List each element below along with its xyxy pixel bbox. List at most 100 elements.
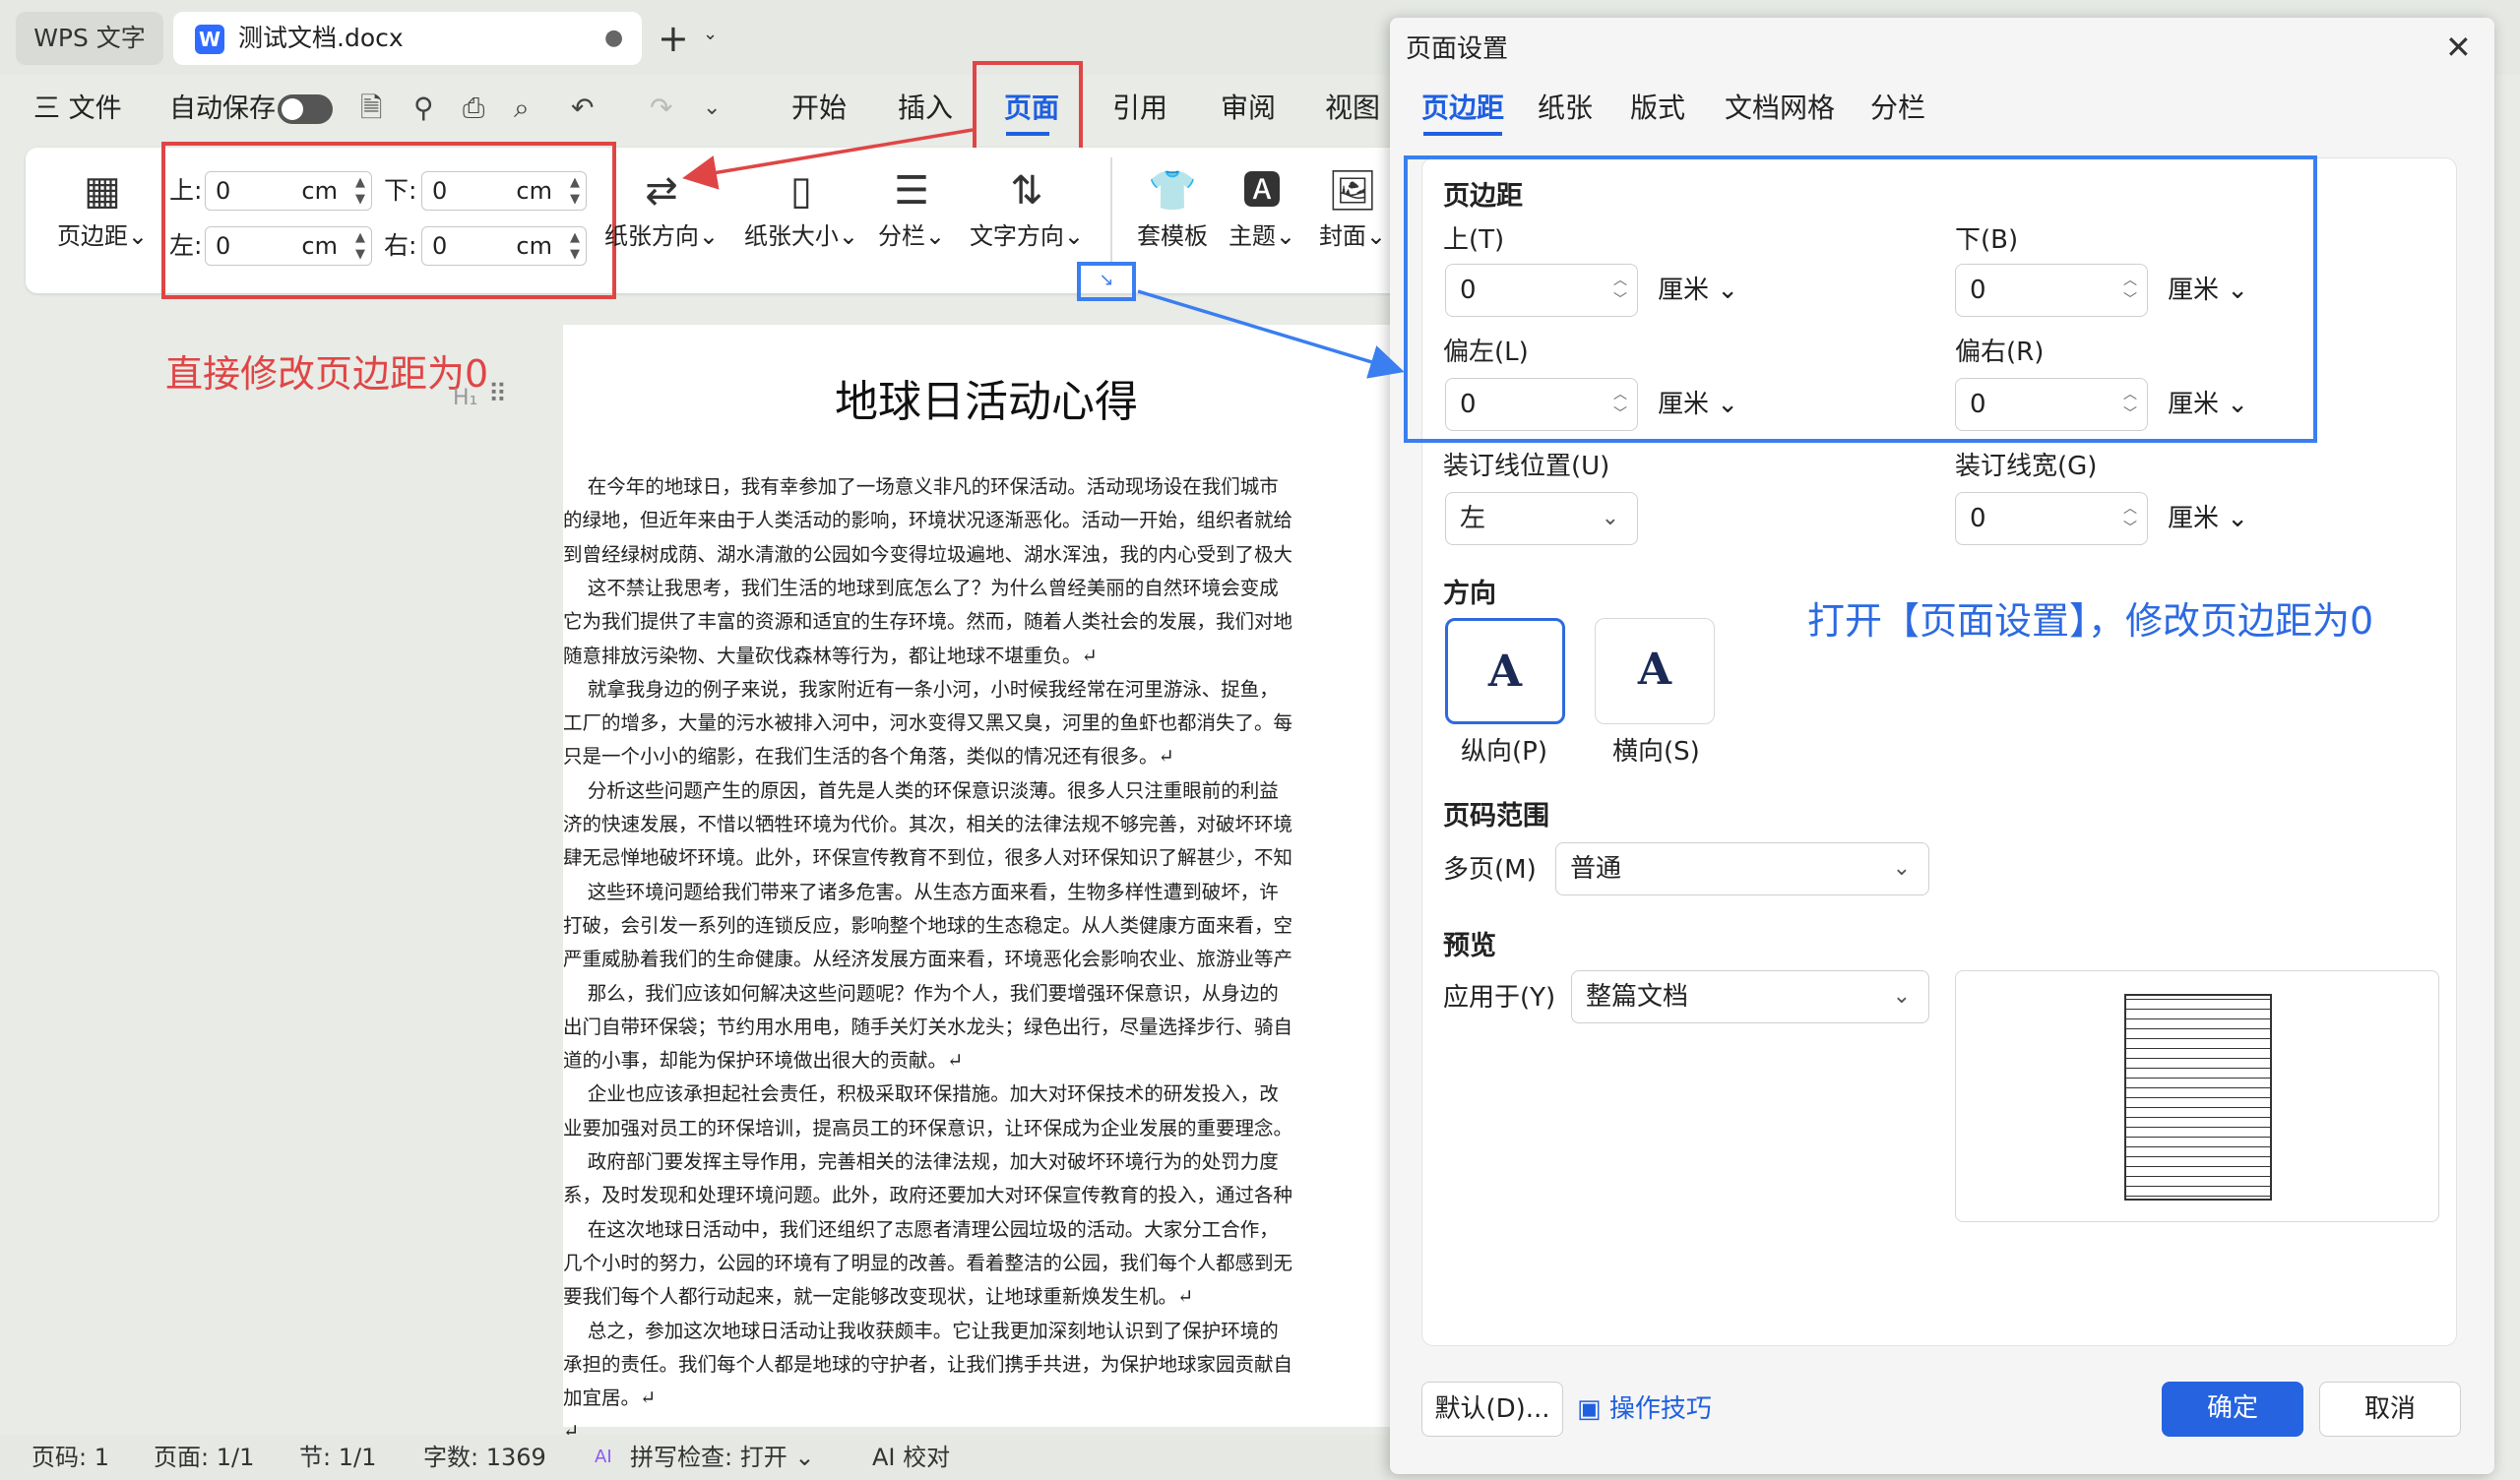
gutter-width-input[interactable]: 0 ︿ ﹀ [1955,492,2148,545]
template-button[interactable]: 👕 套模板 [1130,165,1215,251]
status-section[interactable]: 节: 1/1 [299,1435,376,1480]
share-icon[interactable]: ⚲ [413,89,434,128]
save-icon[interactable]: 🗎 [360,89,383,128]
text-direction-label: 文字方向⌄ [969,222,1085,250]
document-line[interactable]: 的绿地，但近年来由于人类活动的影响，环境状况逐渐恶化。活动一开始，组织者就给 [563,504,1410,537]
chevron-down-icon: ⌄ [1601,506,1619,530]
document-line[interactable]: 严重威胁着我们的生命健康。从经济发展方面来看，环境恶化会影响农业、旅游业等产 [563,943,1410,976]
cancel-button[interactable]: 取消 [2319,1382,2461,1437]
cover-label: 封面⌄ [1318,222,1387,250]
tab-home[interactable]: 开始 [791,89,847,128]
tips-link-label: 操作技巧 [1608,1394,1712,1424]
gutter-position-label: 装订线位置(U) [1443,452,1610,481]
new-tab-button[interactable]: + [658,14,689,63]
tab-columns[interactable]: 分栏 [1870,89,1925,128]
gutter-width-value: 0 [1970,504,1986,533]
quick-access-more-icon[interactable]: ⌄ [703,89,721,128]
app-tab[interactable]: WPS 文字 [16,12,163,65]
tab-list-dropdown[interactable]: ⌄ [703,24,718,44]
preview-page-thumbnail [2124,994,2272,1201]
tab-margins[interactable]: 页边距 [1421,89,1504,128]
autosave-toggle[interactable] [278,94,333,124]
gutter-unit-dropdown[interactable]: 厘米 ⌄ [2168,492,2248,545]
document-line[interactable]: 在今年的地球日，我有幸参加了一场意义非凡的环保活动。活动现场设在我们城市 [563,470,1410,504]
paper-size-button[interactable]: ▯ 纸张大小⌄ [740,165,862,251]
document-line[interactable]: 政府部门要发挥主导作用，完善相关的法律法规，加大对破坏环境行为的处罚力度 [563,1145,1410,1179]
tab-paper[interactable]: 纸张 [1538,89,1593,128]
redo-icon[interactable]: ↷ [650,89,672,128]
active-dialog-tab-underline [1423,132,1502,136]
document-line[interactable]: 几个小时的努力，公园的环境有了明显的改善。看着整洁的公园，我们每个人都感到无 [563,1247,1410,1280]
margins-button[interactable]: ▦ 页边距⌄ [53,165,152,251]
tab-insert[interactable]: 插入 [898,89,953,128]
document-line[interactable]: 承担的责任。我们每个人都是地球的守护者，让我们携手共进，为保护地球家园贡献自 [563,1348,1410,1382]
document-line[interactable]: 系，及时发现和处理环境问题。此外，政府还要加大对环保宣传教育的投入，通过各种 [563,1179,1410,1212]
document-line[interactable]: 只是一个小小的缩影，在我们生活的各个角落，类似的情况还有很多。↵ [563,740,1410,773]
document-line[interactable]: 总之，参加这次地球日活动让我收获颇丰。它让我更加深刻地认识到了保护环境的 [563,1315,1410,1348]
status-spell-check[interactable]: 拼写检查: 打开 ⌄ [630,1435,814,1480]
gutter-position-value: 左 [1460,504,1486,533]
text-direction-icon: ⇅ [1010,168,1043,214]
chevron-down-icon: ⌄ [1892,984,1911,1009]
print-preview-icon[interactable]: ⌕ [514,89,530,128]
cover-button[interactable]: 🖼 封面⌄ [1315,165,1390,251]
preview-section-title: 预览 [1443,931,1496,961]
document-line[interactable]: 企业也应该承担起社会责任，积极采取环保措施。加大对环保技术的研发投入，改 [563,1078,1410,1111]
tab-review[interactable]: 审阅 [1221,89,1276,128]
multi-page-label: 多页(M) [1443,855,1537,885]
theme-button[interactable]: 🅰 主题⌄ [1225,165,1299,251]
file-menu[interactable]: 三 文件 [33,91,122,128]
document-line[interactable]: 加宜居。↵ [563,1382,1410,1415]
tips-link[interactable]: ▣ 操作技巧 [1577,1391,1712,1427]
portrait-option[interactable]: A [1445,618,1565,724]
ok-button[interactable]: 确定 [2162,1382,2303,1437]
tab-layout[interactable]: 版式 [1630,89,1685,128]
document-line[interactable]: 要我们每个人都行动起来，就一定能够改变现状，让地球重新焕发生机。↵ [563,1280,1410,1314]
apply-to-select[interactable]: 整篇文档 ⌄ [1571,970,1929,1023]
close-icon[interactable]: ✕ [2445,28,2472,67]
drag-handle-icon[interactable]: ⠿ [488,380,507,409]
document-line[interactable]: 出门自带环保袋；节约用水用电，随手关灯关水龙头；绿色出行，尽量选择步行、骑自 [563,1011,1410,1044]
document-line[interactable]: 打破，会引发一系列的连锁反应，影响整个地球的生态稳定。从人类健康方面来看，空 [563,909,1410,943]
default-button[interactable]: 默认(D)... [1421,1382,1563,1437]
unsaved-dot-icon[interactable]: ● [604,12,623,65]
tab-references[interactable]: 引用 [1112,89,1167,128]
document-line[interactable]: 到曾经绿树成荫、湖水清澈的公园如今变得垃圾遍地、湖水浑浊，我的内心受到了极大 [563,538,1410,572]
document-line[interactable]: 它为我们提供了丰富的资源和适宜的生存环境。然而，随着人类社会的发展，我们对地 [563,605,1410,639]
orientation-button[interactable]: ⇄ 纸张方向⌄ [602,165,721,251]
status-pages[interactable]: 页面: 1/1 [154,1435,254,1480]
document-line[interactable]: 济的快速发展，不惜以牺牲环境为代价。其次，相关的法律法规不够完善，对破坏环境 [563,808,1410,841]
document-line[interactable]: 这些环境问题给我们带来了诸多危害。从生态方面来看，生物多样性遭到破坏，许 [563,876,1410,909]
multi-page-select[interactable]: 普通 ⌄ [1555,842,1929,895]
template-label: 套模板 [1137,222,1208,250]
document-line[interactable]: 肆无忌惮地破坏环境。此外，环保宣传教育不到位，很多人对环保知识了解甚少，不知 [563,841,1410,875]
status-ai-check[interactable]: AI 校对 [872,1435,950,1480]
document-line[interactable]: 随意排放污染物、大量砍伐森林等行为，都让地球不堪重负。↵ [563,640,1410,673]
tab-doc-grid[interactable]: 文档网格 [1725,89,1835,128]
columns-button[interactable]: ☰ 分栏⌄ [872,165,951,251]
tab-view[interactable]: 视图 [1325,89,1380,128]
document-line[interactable]: 工厂的增多，大量的污水被排入河中，河水变得又黑又臭，河里的鱼虾也都消失了。每 [563,707,1410,740]
margins-icon: ▦ [84,168,121,214]
document-line[interactable]: 那么，我们应该如何解决这些问题呢？作为个人，我们要增强环保意识，从身边的 [563,977,1410,1011]
document-line[interactable]: 就拿我身边的例子来说，我家附近有一条小河，小时候我经常在河里游泳、捉鱼， [563,673,1410,707]
landscape-option[interactable]: A [1595,618,1715,724]
gutter-position-select[interactable]: 左 ⌄ [1445,492,1638,545]
document-line[interactable]: 业要加强对员工的环保培训，提高员工的环保意识，让环保成为企业发展的重要理念。 [563,1112,1410,1145]
document-tab[interactable]: W 测试文档.docx ● [173,12,642,65]
tab-page[interactable]: 页面 [1004,89,1059,128]
print-icon[interactable]: ⎙ [463,89,484,128]
undo-icon[interactable]: ↶ [571,89,594,128]
document-line[interactable]: 这不禁让我思考，我们生活的地球到底怎么了？为什么曾经美丽的自然环境会变成 [563,572,1410,605]
page-setup-launcher-icon[interactable]: ↘ [1077,262,1136,301]
autosave-label: 自动保存 [169,93,276,124]
text-direction-button[interactable]: ⇅ 文字方向⌄ [969,165,1085,251]
spinner-icon[interactable]: ︿ ﹀ [2123,499,2137,538]
document-title[interactable]: 地球日活动心得 [563,366,1410,429]
document-line[interactable]: 分析这些问题产生的原因，首先是人类的环保意识淡薄。很多人只注重眼前的利益 [563,774,1410,808]
margins-button-label: 页边距⌄ [56,222,149,250]
status-word-count[interactable]: 字数: 1369 [423,1435,546,1480]
document-line[interactable]: 在这次地球日活动中，我们还组织了志愿者清理公园垃圾的活动。大家分工合作， [563,1213,1410,1247]
document-line[interactable]: 道的小事，却能为保护环境做出很大的贡献。↵ [563,1044,1410,1078]
orientation-label: 纸张方向⌄ [603,222,720,250]
